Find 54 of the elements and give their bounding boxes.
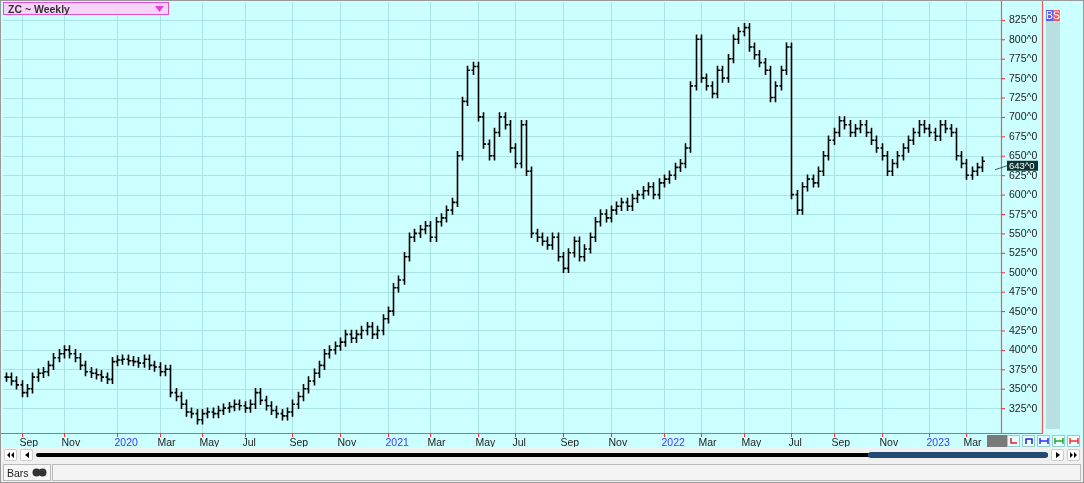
axis-label: Mar <box>157 436 176 447</box>
axis-label: 575^0 <box>1009 207 1038 220</box>
double-right-icon <box>1070 452 1077 458</box>
axis-label: 800^0 <box>1009 32 1038 45</box>
axis-label: Nov <box>879 436 899 447</box>
axis-label: 750^0 <box>1009 71 1038 84</box>
axis-label: 2021 <box>385 436 409 447</box>
axis-label: 450^0 <box>1009 304 1038 317</box>
span-icon <box>1053 436 1064 446</box>
left-icon <box>24 452 29 458</box>
axis-label: Jul <box>788 436 802 447</box>
span-icon <box>1068 436 1079 446</box>
last-price-label: 643^0 <box>1007 160 1038 172</box>
axis-label: 2023 <box>926 436 950 447</box>
axis-label: Mar <box>963 436 982 447</box>
axis-label: 600^0 <box>1009 188 1038 201</box>
caret-icon <box>155 5 164 12</box>
axis-label: 2022 <box>661 436 685 447</box>
axis-label: 375^0 <box>1009 362 1038 375</box>
axis-label: Nov <box>337 436 357 447</box>
axis-label: Jul <box>512 436 526 447</box>
double-left-icon <box>7 452 14 458</box>
scroll-right-button[interactable] <box>1051 449 1064 461</box>
scroll-first-button[interactable] <box>4 449 17 461</box>
axis-label: 775^0 <box>1009 52 1038 65</box>
status-tab[interactable]: Bars <box>3 464 51 481</box>
axis-label: 525^0 <box>1009 246 1038 259</box>
axis-label: Nov <box>608 436 628 447</box>
axis-label: 2020 <box>114 436 138 447</box>
scroll-track[interactable] <box>36 453 1048 457</box>
scroll-last-button[interactable] <box>1067 449 1080 461</box>
axis-label: Mar <box>698 436 717 447</box>
axis-label: 325^0 <box>1009 401 1038 414</box>
toggle-icon <box>31 468 47 477</box>
tool-button[interactable] <box>1037 435 1050 447</box>
axis-label: 675^0 <box>1009 129 1038 142</box>
right-icon <box>1055 452 1060 458</box>
symbol-dropdown[interactable]: ZC ~ Weekly <box>3 2 169 15</box>
axis-label: 400^0 <box>1009 343 1038 356</box>
axis-label: 500^0 <box>1009 265 1038 278</box>
axis-label: Nov <box>61 436 81 447</box>
axis-label: 350^0 <box>1009 382 1038 395</box>
axis-label: 700^0 <box>1009 110 1038 123</box>
axis-label: Mar <box>427 436 446 447</box>
axis-label: 725^0 <box>1009 91 1038 103</box>
span-icon <box>1038 436 1049 446</box>
axis-label: Jul <box>242 436 256 447</box>
axis-label: 425^0 <box>1009 324 1038 336</box>
axis-label: 650^0 <box>1009 149 1038 162</box>
axis-label: 825^0 <box>1009 13 1038 26</box>
scroll-left-button[interactable] <box>20 449 33 461</box>
axis-label: 550^0 <box>1009 226 1038 239</box>
scroll-thumb[interactable] <box>868 452 1048 458</box>
axis-label: 475^0 <box>1009 285 1038 298</box>
